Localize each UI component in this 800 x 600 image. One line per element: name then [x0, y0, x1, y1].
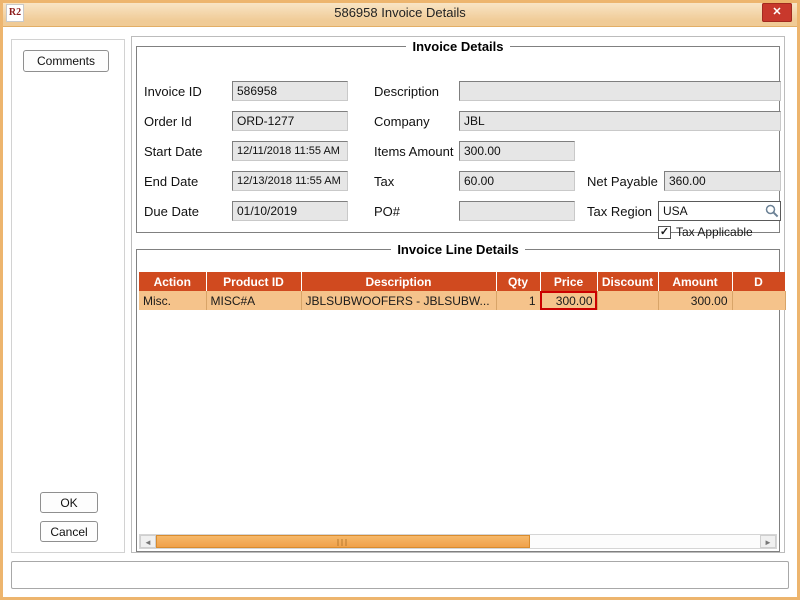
invoice-id-input[interactable] — [232, 81, 348, 101]
items-amount-input[interactable] — [459, 141, 575, 161]
tax-input[interactable] — [459, 171, 575, 191]
invoice-line-details-group-title: Invoice Line Details — [391, 242, 524, 257]
description-input[interactable] — [459, 81, 781, 101]
tax-applicable-checkbox[interactable]: ✓ — [658, 226, 671, 239]
window-title: 586958 Invoice Details — [0, 5, 800, 20]
due-date-label: Due Date — [144, 204, 199, 220]
col-header-discount[interactable]: Discount — [597, 272, 658, 291]
left-panel: Comments OK Cancel — [11, 39, 125, 553]
cancel-button[interactable]: Cancel — [40, 521, 98, 542]
cell-description[interactable]: JBLSUBWOOFERS - JBLSUBW... — [301, 291, 496, 310]
status-bar — [11, 561, 789, 589]
description-label: Description — [374, 84, 439, 100]
order-id-input[interactable] — [232, 111, 348, 131]
invoice-details-group-title: Invoice Details — [406, 39, 509, 54]
cell-discount[interactable] — [597, 291, 658, 310]
net-payable-input[interactable] — [664, 171, 781, 191]
scroll-right-arrow-icon[interactable]: ► — [760, 535, 776, 548]
col-header-price[interactable]: Price — [540, 272, 597, 291]
cell-amount[interactable]: 300.00 — [658, 291, 732, 310]
search-icon[interactable] — [764, 203, 780, 219]
col-header-amount[interactable]: Amount — [658, 272, 732, 291]
close-button[interactable]: ✕ — [762, 3, 792, 22]
order-id-label: Order Id — [144, 114, 192, 130]
company-input[interactable] — [459, 111, 781, 131]
cell-product-id[interactable]: MISC#A — [206, 291, 301, 310]
start-date-label: Start Date — [144, 144, 203, 160]
invoice-line-details-group: Invoice Line Details Action Product ID D… — [136, 242, 780, 552]
end-date-input[interactable] — [232, 171, 348, 191]
table-row: Misc. MISC#A JBLSUBWOOFERS - JBLSUBW... … — [139, 291, 785, 310]
tax-label: Tax — [374, 174, 394, 190]
comments-button[interactable]: Comments — [23, 50, 109, 72]
scroll-left-arrow-icon[interactable]: ◄ — [140, 535, 156, 548]
ok-button[interactable]: OK — [40, 492, 98, 513]
line-items-grid: Action Product ID Description Qty Price … — [139, 272, 786, 310]
scrollbar-grip-icon — [338, 539, 349, 546]
main-panel: Invoice Details Invoice ID Order Id Star… — [131, 36, 785, 553]
tax-applicable-row: ✓ Tax Applicable — [658, 225, 753, 239]
invoice-details-group: Invoice Details Invoice ID Order Id Star… — [136, 39, 780, 233]
col-header-product-id[interactable]: Product ID — [206, 272, 301, 291]
cell-price[interactable]: 300.00 — [540, 291, 597, 310]
titlebar: R2 586958 Invoice Details ✕ — [0, 0, 800, 27]
col-header-action[interactable]: Action — [139, 272, 206, 291]
items-amount-label: Items Amount — [374, 144, 453, 160]
cell-action[interactable]: Misc. — [139, 291, 206, 310]
horizontal-scrollbar: ◄ ► — [139, 534, 777, 549]
invoice-details-window: R2 586958 Invoice Details ✕ Comments OK … — [0, 0, 800, 600]
col-header-qty[interactable]: Qty — [496, 272, 540, 291]
tax-applicable-label: Tax Applicable — [676, 225, 753, 239]
cell-d[interactable] — [732, 291, 785, 310]
tax-region-input[interactable] — [658, 201, 781, 221]
company-label: Company — [374, 114, 430, 130]
net-payable-label: Net Payable — [587, 174, 658, 190]
col-header-description[interactable]: Description — [301, 272, 496, 291]
scrollbar-thumb[interactable] — [156, 535, 530, 548]
start-date-input[interactable] — [232, 141, 348, 161]
grid-header-row: Action Product ID Description Qty Price … — [139, 272, 785, 291]
po-label: PO# — [374, 204, 400, 220]
invoice-id-label: Invoice ID — [144, 84, 202, 100]
end-date-label: End Date — [144, 174, 198, 190]
col-header-d[interactable]: D — [732, 272, 785, 291]
cell-qty[interactable]: 1 — [496, 291, 540, 310]
due-date-input[interactable] — [232, 201, 348, 221]
scrollbar-track[interactable] — [156, 535, 760, 548]
po-input[interactable] — [459, 201, 575, 221]
tax-region-label: Tax Region — [587, 204, 652, 220]
